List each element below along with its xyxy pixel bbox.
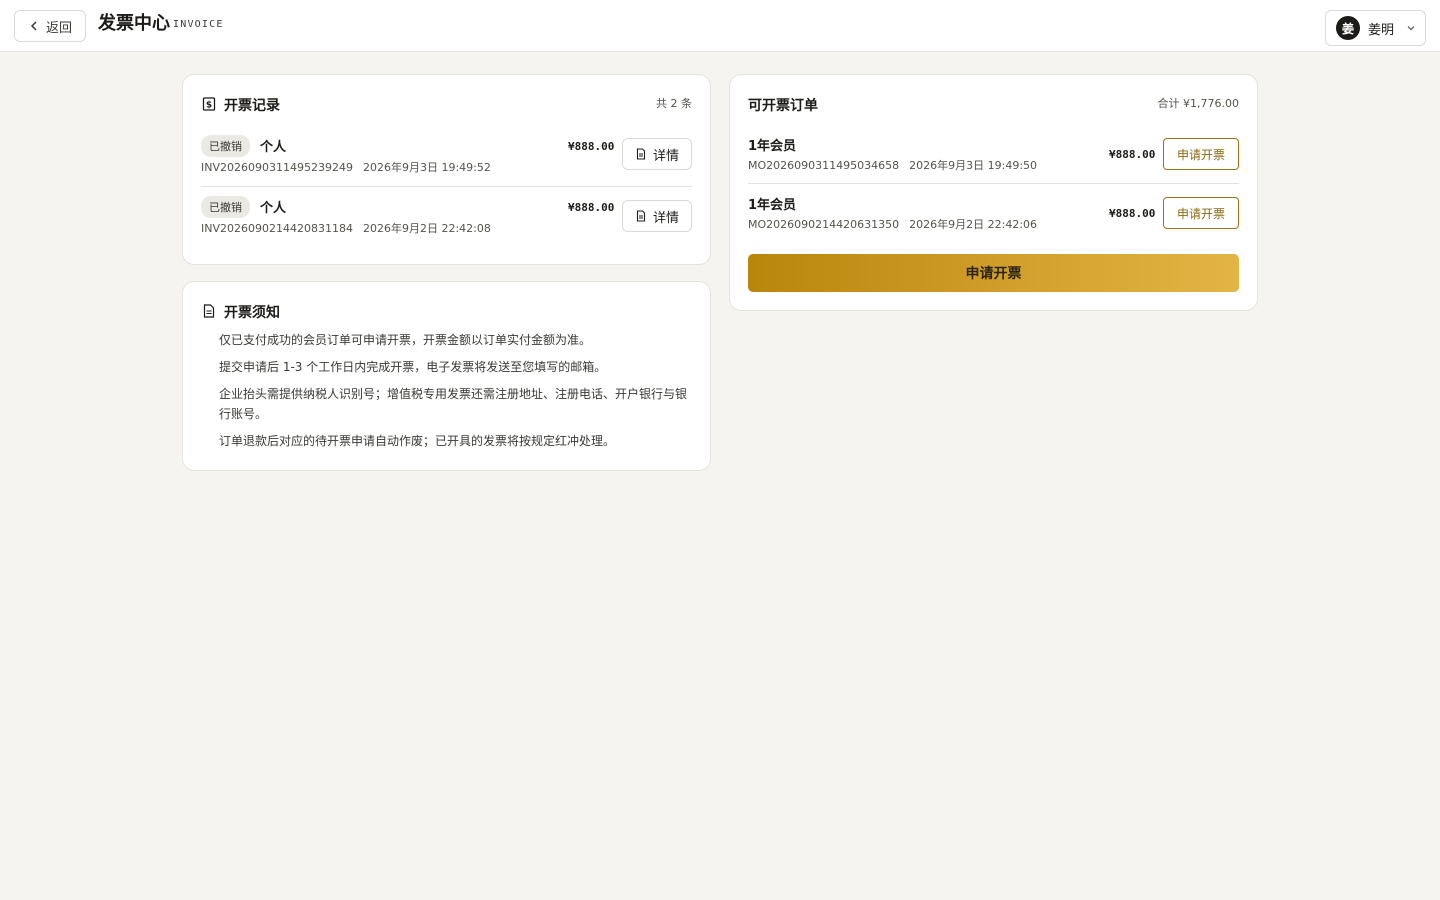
detail-button[interactable]: 详情: [622, 138, 692, 170]
invoiceable-orders-card: 可开票订单 合计 ¥1,776.00 1年会员 MO20260903114950…: [729, 74, 1258, 311]
order-amount: ¥888.00: [1109, 207, 1156, 220]
invoice-meta: INV2026090214420831184 2026年9月2日 22:42:08: [201, 220, 491, 236]
detail-button[interactable]: 详情: [622, 200, 692, 232]
notice-item: 企业抬头需提供纳税人识别号；增值税专用发票还需注册地址、注册电话、开户银行与银行…: [219, 387, 688, 421]
top-bar: 返回 发票中心 INVOICE 姜 姜明: [0, 0, 1440, 52]
order-meta: MO2026090311495034658 2026年9月3日 19:49:50: [748, 157, 1037, 173]
order-time: 2026年9月3日 19:49:50: [909, 159, 1038, 172]
invoice-number: INV2026090311495239249: [201, 161, 353, 174]
order-number: MO2026090311495034658: [748, 159, 900, 172]
order-time: 2026年9月2日 22:42:06: [909, 218, 1038, 231]
receipt-icon: $: [202, 97, 216, 111]
invoice-time: 2026年9月3日 19:49:52: [362, 161, 491, 174]
notice-title: 开票须知: [224, 305, 280, 321]
document-icon: [636, 210, 646, 222]
notice-item: 提交申请后 1-3 个工作日内完成开票，电子发票将发送至您填写的邮箱。: [219, 360, 607, 374]
invoice-record-row: 已撤销 个人 INV2026090214420831184 2026年9月2日 2…: [201, 186, 692, 246]
invoice-type: 个人: [260, 140, 287, 155]
chevron-left-icon: [30, 21, 37, 31]
notice-item: 仅已支付成功的会员订单可申请开票，开票金额以订单实付金额为准。: [219, 333, 592, 347]
order-title: 1年会员: [748, 139, 797, 154]
order-title: 1年会员: [748, 198, 797, 213]
orders-total: 合计 ¥1,776.00: [1157, 97, 1239, 110]
apply-invoice-button[interactable]: 申请开票: [1163, 138, 1239, 170]
document-icon: [203, 304, 215, 318]
apply-invoice-button[interactable]: 申请开票: [1163, 197, 1239, 229]
invoice-records-card: $ 开票记录 共 2 条 已撤销 个人 INV20260903114952392…: [182, 74, 711, 265]
invoice-notice-card: 开票须知 仅已支付成功的会员订单可申请开票，开票金额以订单实付金额为准。 提交申…: [182, 281, 711, 471]
user-name: 姜明: [1368, 22, 1395, 38]
main-apply-invoice-button[interactable]: 申请开票: [748, 254, 1239, 292]
page-subtitle: INVOICE: [173, 19, 224, 30]
invoice-time: 2026年9月2日 22:42:08: [362, 222, 491, 235]
back-button[interactable]: 返回: [14, 10, 86, 42]
order-meta: MO2026090214420631350 2026年9月2日 22:42:06: [748, 216, 1037, 232]
status-badge: 已撤销: [201, 196, 250, 218]
invoice-meta: INV2026090311495239249 2026年9月3日 19:49:52: [201, 159, 491, 175]
order-number: MO2026090214420631350: [748, 218, 900, 231]
order-row: 1年会员 MO2026090214420631350 2026年9月2日 22:4…: [748, 183, 1239, 241]
avatar: 姜: [1336, 16, 1360, 40]
invoice-number: INV2026090214420831184: [201, 222, 353, 235]
back-button-label: 返回: [45, 20, 72, 36]
invoice-records-title: 开票记录: [224, 98, 280, 114]
invoice-amount: ¥888.00: [568, 140, 615, 153]
invoice-type: 个人: [260, 201, 287, 216]
notice-list: 仅已支付成功的会员订单可申请开票，开票金额以订单实付金额为准。 提交申请后 1-…: [219, 330, 693, 458]
page-title: 发票中心: [98, 13, 170, 34]
invoice-amount: ¥888.00: [568, 201, 615, 214]
user-menu-button[interactable]: 姜 姜明: [1325, 10, 1426, 46]
chevron-down-icon: [1407, 26, 1415, 31]
orders-title: 可开票订单: [748, 98, 818, 114]
notice-item: 订单退款后对应的待开票申请自动作废；已开具的发票将按规定红冲处理。: [219, 434, 616, 448]
invoice-record-row: 已撤销 个人 INV2026090311495239249 2026年9月3日 1…: [201, 126, 692, 186]
invoice-records-count: 共 2 条: [656, 97, 692, 110]
detail-button-label: 详情: [652, 210, 679, 226]
order-row: 1年会员 MO2026090311495034658 2026年9月3日 19:4…: [748, 125, 1239, 183]
order-amount: ¥888.00: [1109, 148, 1156, 161]
detail-button-label: 详情: [652, 148, 679, 164]
svg-text:$: $: [206, 101, 212, 111]
status-badge: 已撤销: [201, 135, 250, 157]
document-icon: [636, 148, 646, 160]
